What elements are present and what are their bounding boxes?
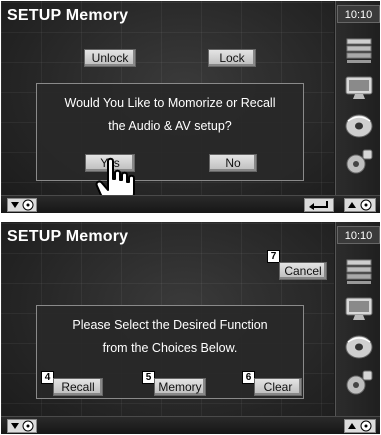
no-label: No (225, 156, 241, 170)
main-panel: SETUP Memory Unlock Lock Would You Like … (1, 1, 334, 213)
speaker-icon[interactable] (343, 147, 375, 175)
triangle-up-disc-icon (348, 199, 372, 211)
return-arrow-icon (309, 201, 328, 210)
setup-memory-screen-confirm: SETUP Memory Unlock Lock Would You Like … (1, 1, 380, 213)
bottom-bar (1, 416, 380, 434)
setup-memory-screen-select: SETUP Memory 7 Cancel Please Select the … (1, 222, 380, 434)
up-source-button[interactable] (344, 198, 376, 212)
unlock-label: Unlock (91, 51, 129, 65)
audio-stack-icon[interactable] (343, 257, 375, 285)
lock-label: Lock (219, 51, 245, 65)
cancel-label: Cancel (284, 264, 322, 278)
clock: 10:10 (337, 226, 380, 244)
dialog-message-line1: Would You Like to Momorize or Recall (64, 96, 276, 110)
down-source-button[interactable] (7, 198, 37, 212)
cancel-button[interactable]: Cancel (279, 262, 327, 280)
audio-stack-icon[interactable] (343, 36, 375, 64)
display-icon[interactable] (343, 73, 375, 101)
recall-button[interactable]: Recall (53, 378, 103, 396)
bottom-bar (1, 195, 380, 213)
up-source-button[interactable] (344, 419, 376, 433)
speaker-icon[interactable] (343, 368, 375, 396)
triangle-up-disc-icon (348, 420, 372, 432)
dialog-message-line1: Please Select the Desired Function (72, 318, 268, 332)
clear-button[interactable]: Clear (254, 378, 302, 396)
screen-title: SETUP Memory (7, 228, 129, 245)
side-icon-rail: 10:10 (335, 1, 380, 213)
clear-label: Clear (263, 380, 293, 394)
down-source-button[interactable] (7, 419, 37, 433)
screen-title: SETUP Memory (7, 7, 129, 24)
memory-label: Memory (158, 380, 202, 394)
unlock-button[interactable]: Unlock (84, 49, 136, 67)
dialog-message-line2: the Audio & AV setup? (108, 119, 232, 133)
triangle-down-disc-icon (11, 199, 34, 211)
display-icon[interactable] (343, 294, 375, 322)
triangle-down-disc-icon (11, 420, 34, 432)
confirm-dialog: Would You Like to Momorize or Recall the… (36, 83, 304, 181)
lock-button[interactable]: Lock (208, 49, 256, 67)
disc-icon[interactable] (343, 332, 375, 360)
clock: 10:10 (337, 5, 380, 23)
return-button[interactable] (304, 198, 334, 212)
no-button[interactable]: No (209, 154, 257, 172)
side-icon-rail: 10:10 (335, 222, 380, 434)
dialog-message-line2: from the Choices Below. (102, 341, 238, 355)
memory-button[interactable]: Memory (154, 378, 206, 396)
disc-icon[interactable] (343, 111, 375, 139)
main-panel: SETUP Memory 7 Cancel Please Select the … (1, 222, 334, 434)
recall-label: Recall (61, 380, 95, 394)
